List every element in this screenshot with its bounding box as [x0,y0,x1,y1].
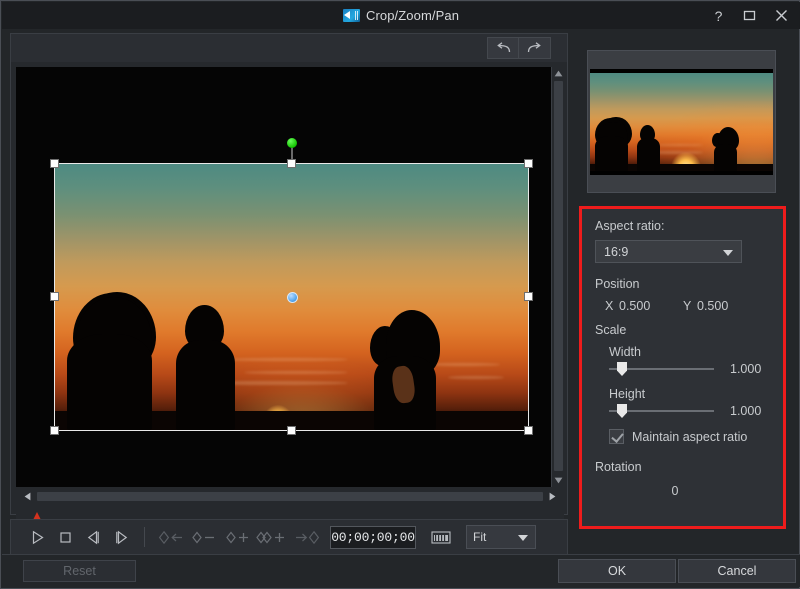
maintain-aspect-ratio-row[interactable]: Maintain aspect ratio [609,429,770,444]
preview-canvas[interactable] [16,67,564,487]
canvas-horizontal-scrollbar[interactable] [16,489,564,504]
height-slider[interactable] [609,404,714,418]
width-slider-row: 1.000 [609,362,770,376]
position-x-value[interactable]: 0.500 [619,299,683,313]
height-label: Height [609,387,770,401]
height-value[interactable]: 1.000 [730,404,761,418]
window-buttons: ? [711,2,790,29]
close-button[interactable] [775,9,790,22]
crop-zoom-pan-window: Crop/Zoom/Pan ? [0,0,800,589]
aspect-ratio-select[interactable]: 16:9 [595,240,742,263]
previous-frame-button[interactable] [79,524,107,550]
chevron-down-icon [723,250,733,256]
next-frame-button[interactable] [107,524,135,550]
window-title: Crop/Zoom/Pan [366,8,459,23]
timecode-field[interactable]: 00;00;00;00 [330,526,416,549]
cancel-button[interactable]: Cancel [678,559,796,583]
thumbnail-photo [590,73,773,171]
crop-handle-bottom-right[interactable] [524,426,533,435]
width-slider-knob[interactable] [617,362,627,376]
toolbar-divider [144,527,145,547]
center-anchor-handle[interactable] [287,292,298,303]
crop-handle-middle-right[interactable] [524,292,533,301]
width-value[interactable]: 1.000 [730,362,761,376]
add-all-keyframes-button[interactable] [256,524,290,550]
width-label: Width [609,345,770,359]
preview-pane [10,33,568,515]
previous-keyframe-button[interactable] [154,524,188,550]
add-keyframe-button[interactable] [222,524,256,550]
undo-redo-group [487,37,551,59]
thumbnail-preview-pane [587,50,776,193]
crop-selection-box[interactable] [55,164,528,430]
rotation-value[interactable]: 0 [595,484,755,498]
position-x-key: X [605,299,619,313]
position-y-value[interactable]: 0.500 [697,299,761,313]
scroll-right-icon[interactable] [545,489,560,504]
height-slider-row: 1.000 [609,404,770,418]
maintain-aspect-ratio-label: Maintain aspect ratio [632,430,747,444]
scroll-down-icon[interactable] [552,474,564,487]
crop-handle-bottom-center[interactable] [287,426,296,435]
play-button[interactable] [23,524,51,550]
canvas-vertical-scrollbar[interactable] [551,67,564,487]
remove-keyframe-button[interactable] [188,524,222,550]
undo-icon[interactable] [487,37,519,59]
snapshot-icon[interactable] [428,526,454,548]
dialog-footer: Reset OK Cancel [2,554,800,587]
redo-icon[interactable] [519,37,551,59]
properties-panel: Aspect ratio: 16:9 Position X 0.500 Y 0.… [579,206,786,529]
scale-label: Scale [595,323,770,337]
zoom-level-value: Fit [473,530,486,544]
maintain-aspect-ratio-checkbox[interactable] [609,429,624,444]
crop-handle-bottom-left[interactable] [50,426,59,435]
crop-handle-top-right[interactable] [524,159,533,168]
help-button[interactable]: ? [711,9,726,23]
aspect-ratio-label: Aspect ratio: [595,219,770,233]
silhouette-figure-1-body [67,334,152,430]
app-video-icon [343,9,360,22]
position-y-key: Y [683,299,697,313]
maximize-button[interactable] [743,9,758,22]
reset-button[interactable]: Reset [23,560,136,582]
preview-toolbar [11,34,567,62]
vertical-scroll-thumb[interactable] [554,81,563,471]
playback-control-bar: 00;00;00;00 Fit [10,519,568,555]
crop-handle-top-center[interactable] [287,159,296,168]
zoom-level-select[interactable]: Fit [466,525,536,549]
title-bar-center: Crop/Zoom/Pan [2,8,800,23]
crop-handle-top-left[interactable] [50,159,59,168]
crop-handle-middle-left[interactable] [50,292,59,301]
width-slider[interactable] [609,362,714,376]
aspect-ratio-value: 16:9 [604,245,628,259]
scroll-left-icon[interactable] [20,489,35,504]
rotation-label: Rotation [595,460,770,474]
height-slider-knob[interactable] [617,404,627,418]
silhouette-figure-2-body [176,340,235,430]
scroll-up-icon[interactable] [552,67,564,80]
rotation-handle[interactable] [287,138,297,148]
position-row: X 0.500 Y 0.500 [605,299,770,313]
title-bar: Crop/Zoom/Pan ? [2,2,800,29]
ok-button[interactable]: OK [558,559,676,583]
chevron-down-icon [518,535,528,541]
horizontal-scroll-thumb[interactable] [37,492,543,501]
stop-button[interactable] [51,524,79,550]
position-label: Position [595,277,770,291]
next-keyframe-button[interactable] [290,524,324,550]
thumbnail-image [590,69,773,175]
